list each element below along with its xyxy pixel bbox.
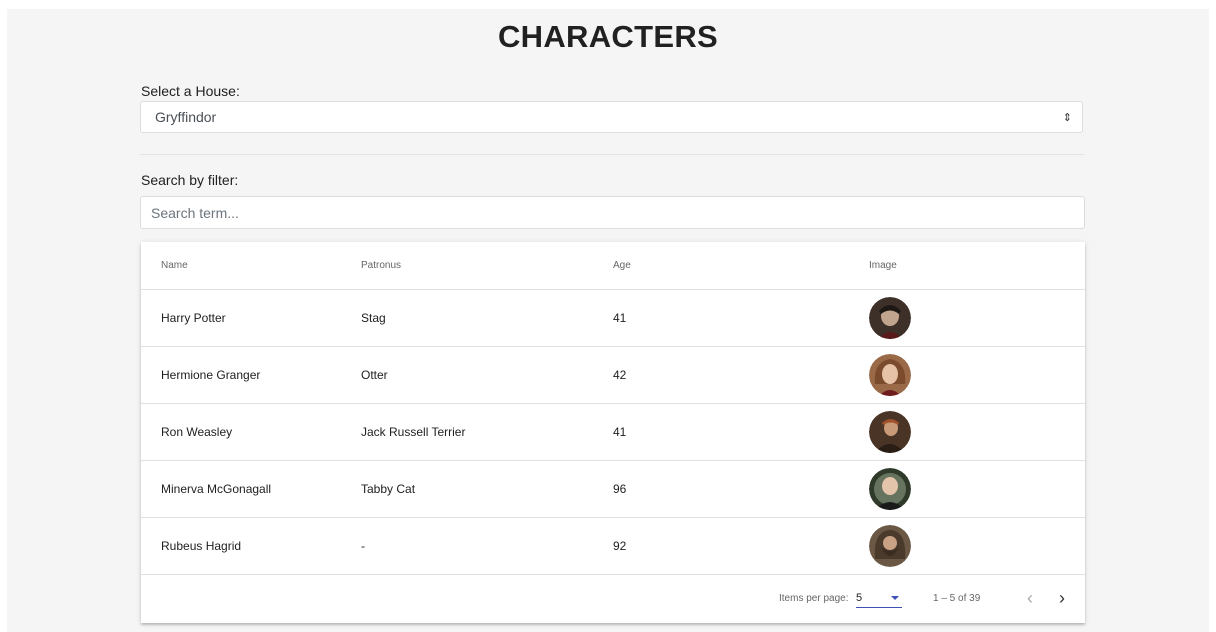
dropdown-arrow-icon (891, 595, 899, 600)
cell-patronus: Jack Russell Terrier (341, 403, 593, 461)
search-input[interactable] (140, 196, 1085, 229)
table-row[interactable]: Minerva McGonagall Tabby Cat 96 (141, 460, 1085, 518)
page-title: CHARACTERS (498, 19, 718, 54)
cell-name: Hermione Granger (141, 346, 341, 404)
cell-image (849, 289, 1085, 347)
characters-table: Name Patronus Age Image Harry Potter Sta… (141, 242, 1085, 575)
table-header-row: Name Patronus Age Image (141, 242, 1085, 290)
cell-image (849, 403, 1085, 461)
house-select[interactable]: Gryffindor ⇕ (140, 101, 1083, 133)
cell-patronus: Otter (341, 346, 593, 404)
table-row[interactable]: Hermione Granger Otter 42 (141, 346, 1085, 404)
paginator: Items per page: 5 1 – 5 of 39 ‹ › (141, 575, 1085, 623)
cell-age: 42 (593, 346, 849, 404)
cell-age: 92 (593, 517, 849, 575)
avatar (869, 525, 911, 567)
characters-table-card: Name Patronus Age Image Harry Potter Sta… (141, 242, 1085, 623)
chevron-left-icon: ‹ (1027, 588, 1033, 608)
page-range-label: 1 – 5 of 39 (933, 593, 981, 604)
items-per-page-select[interactable]: 5 (856, 588, 902, 608)
cell-name: Minerva McGonagall (141, 460, 341, 518)
house-select-value: Gryffindor (155, 109, 217, 125)
sort-arrows-icon: ⇕ (1062, 111, 1072, 124)
previous-page-button[interactable]: ‹ (1019, 587, 1041, 609)
cell-image (849, 346, 1085, 404)
page-container: CHARACTERS Select a House: Gryffindor ⇕ … (7, 9, 1209, 632)
cell-age: 96 (593, 460, 849, 518)
divider (140, 154, 1084, 155)
cell-patronus: Stag (341, 289, 593, 347)
cell-name: Ron Weasley (141, 403, 341, 461)
search-filter-label: Search by filter: (141, 172, 239, 188)
table-row[interactable]: Harry Potter Stag 41 (141, 289, 1085, 347)
cell-image (849, 460, 1085, 518)
cell-name: Rubeus Hagrid (141, 517, 341, 575)
items-per-page-label: Items per page: (779, 593, 849, 604)
column-header-patronus: Patronus (341, 242, 593, 290)
column-header-name: Name (141, 242, 341, 290)
cell-age: 41 (593, 403, 849, 461)
column-header-image: Image (849, 242, 1085, 290)
house-select-label: Select a House: (141, 83, 240, 99)
next-page-button[interactable]: › (1051, 587, 1073, 609)
table-row[interactable]: Ron Weasley Jack Russell Terrier 41 (141, 403, 1085, 461)
column-header-age: Age (593, 242, 849, 290)
items-per-page-value: 5 (856, 591, 863, 604)
avatar (869, 411, 911, 453)
table-row[interactable]: Rubeus Hagrid - 92 (141, 517, 1085, 575)
cell-age: 41 (593, 289, 849, 347)
chevron-right-icon: › (1059, 588, 1065, 608)
cell-patronus: - (341, 517, 593, 575)
avatar (869, 297, 911, 339)
cell-patronus: Tabby Cat (341, 460, 593, 518)
cell-name: Harry Potter (141, 289, 341, 347)
avatar (869, 468, 911, 510)
avatar (869, 354, 911, 396)
cell-image (849, 517, 1085, 575)
